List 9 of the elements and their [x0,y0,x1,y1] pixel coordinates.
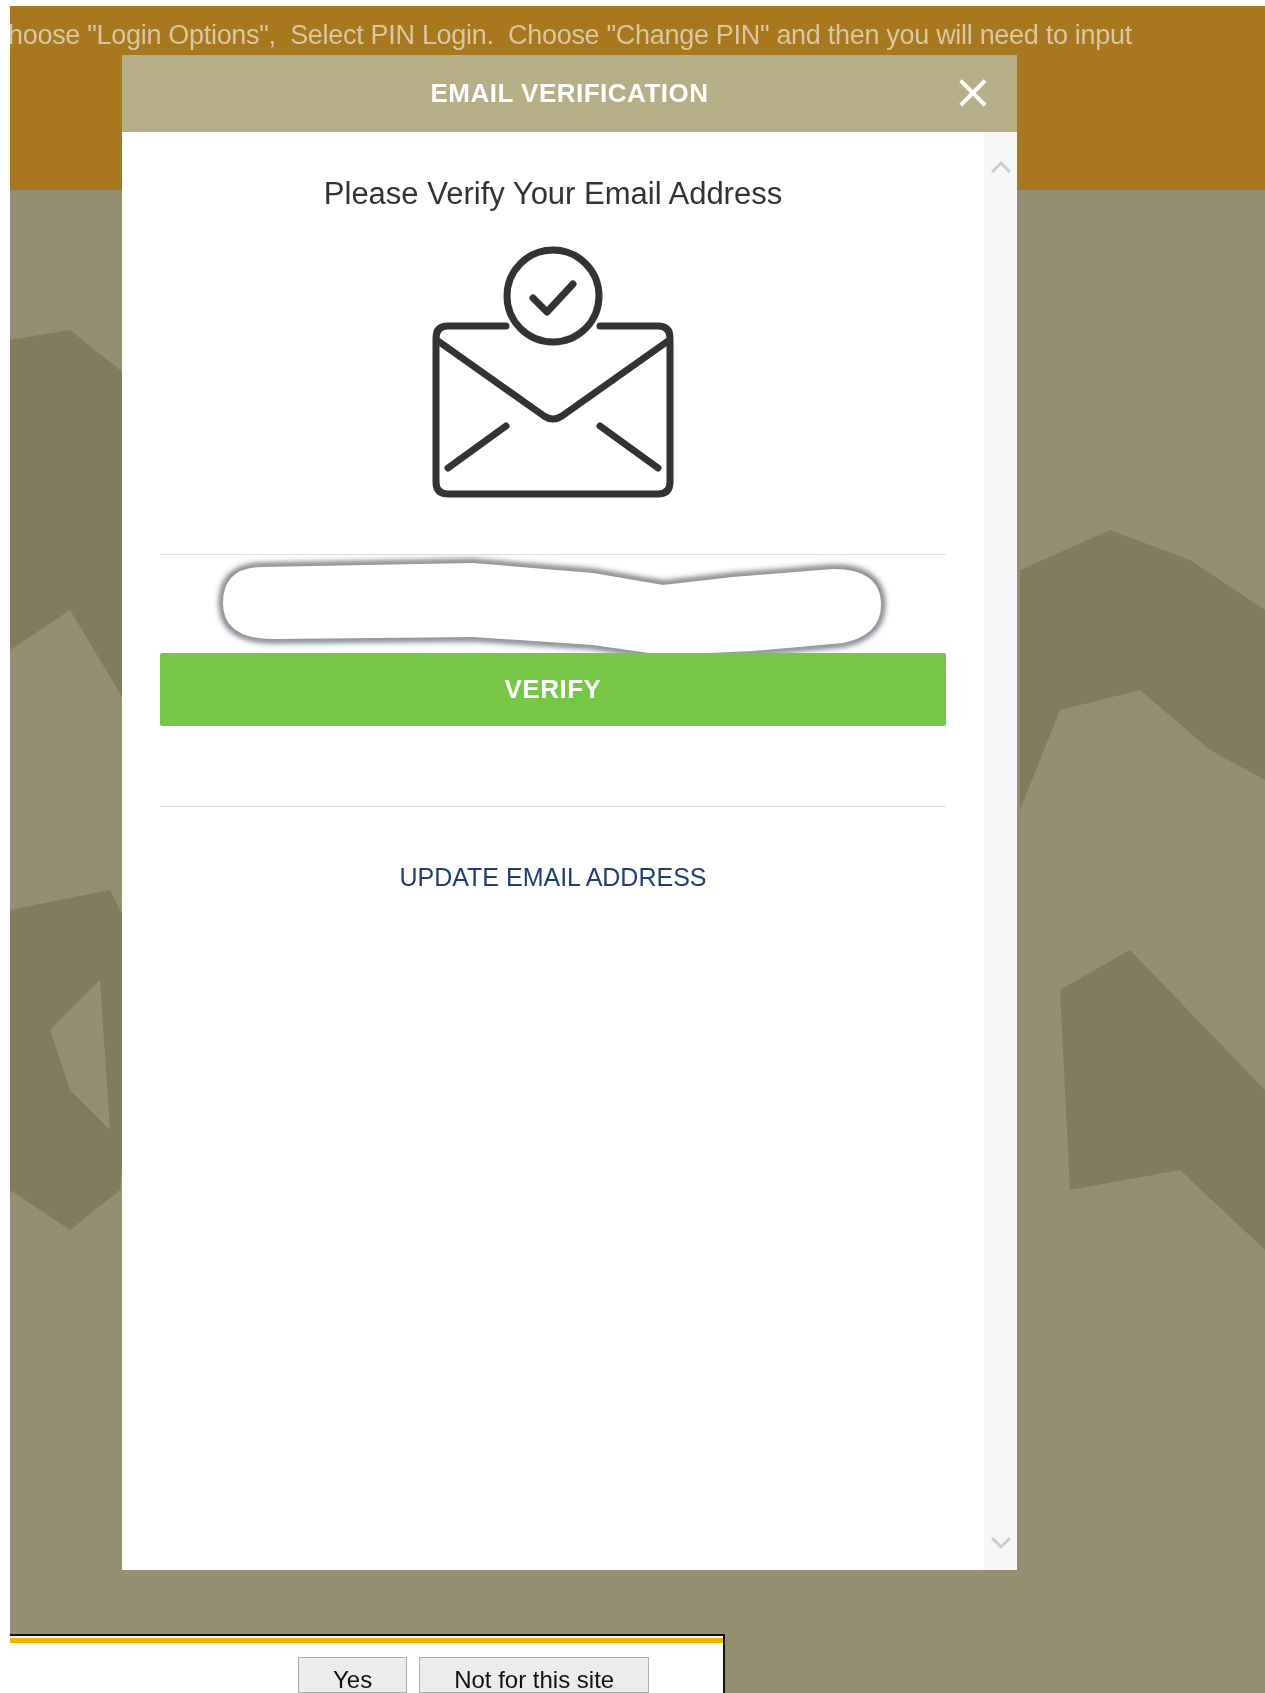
dialog-title: EMAIL VERIFICATION [430,78,709,109]
scroll-down-icon[interactable] [989,1536,1012,1550]
scrollbar[interactable] [984,132,1017,1570]
prompt-button[interactable]: Not for this site [419,1657,650,1693]
heading: Please Verify Your Email Address [323,176,783,212]
update-email-link[interactable]: UPDATE EMAIL ADDRESS [399,863,707,892]
scroll-up-icon[interactable] [989,160,1012,174]
banner-text: hoose "Login Options", Select PIN Login. Choose "Change PIN" and then you will need to input [10,19,1133,51]
prompt-button[interactable]: Yes [298,1657,408,1693]
